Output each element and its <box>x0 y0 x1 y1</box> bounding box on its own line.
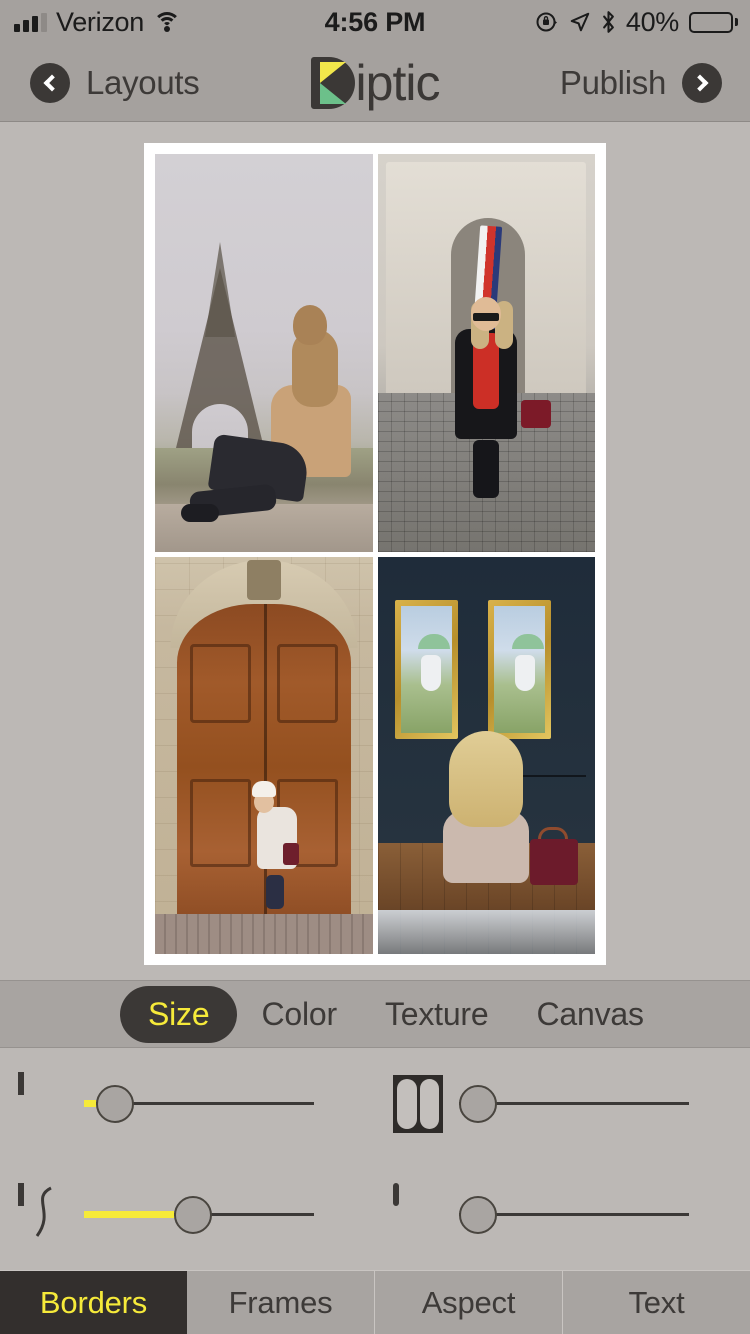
inner-corner-radius-slider[interactable] <box>459 1084 689 1124</box>
segment-size[interactable]: Size <box>120 985 238 1043</box>
rounded-outer-icon <box>393 1182 443 1244</box>
rounded-cells-icon <box>393 1074 443 1133</box>
border-curve-slider[interactable] <box>84 1195 314 1235</box>
photo-cell-museum-monet[interactable] <box>377 556 595 954</box>
size-controls-panel <box>0 1048 750 1270</box>
border-options-segment-bar: Size Color Texture Canvas <box>0 980 750 1048</box>
nav-bar: Layouts iptic Publish <box>0 44 750 122</box>
tab-aspect[interactable]: Aspect <box>375 1271 563 1334</box>
status-bar: Verizon 4:56 PM 40% <box>0 0 750 44</box>
tab-borders[interactable]: Borders <box>0 1271 187 1334</box>
rotation-lock-icon <box>536 12 557 32</box>
editor-area <box>0 122 750 980</box>
photo-cell-arc-de-triomphe[interactable] <box>377 154 595 552</box>
inner-border-icon <box>18 1071 68 1133</box>
collage-canvas[interactable] <box>144 143 606 965</box>
chevron-right-icon <box>682 62 722 103</box>
outer-corner-radius-slider[interactable] <box>459 1195 689 1235</box>
battery-icon <box>689 11 738 33</box>
photo-cell-wooden-doors[interactable] <box>155 556 373 954</box>
status-bar-right: 40% <box>535 6 738 37</box>
bottom-tab-bar: Borders Frames Aspect Text <box>0 1270 750 1334</box>
s-curve-icon <box>18 1182 68 1244</box>
segment-canvas[interactable]: Canvas <box>512 986 667 1043</box>
inner-border-width-row <box>0 1048 375 1159</box>
segment-color[interactable]: Color <box>237 986 360 1043</box>
segment-texture[interactable]: Texture <box>361 986 513 1043</box>
publish-label: Publish <box>559 63 666 101</box>
clock-label: 4:56 PM <box>324 6 426 37</box>
outer-corner-radius-row <box>375 1159 750 1270</box>
publish-button[interactable]: Publish <box>559 62 722 103</box>
bluetooth-icon <box>602 11 614 33</box>
app-title-label: iptic <box>355 54 441 111</box>
diptic-app-screen: Verizon 4:56 PM 40% Layouts iptic Publis… <box>0 0 750 1334</box>
inner-corner-radius-row <box>375 1048 750 1159</box>
inner-border-width-slider[interactable] <box>84 1084 314 1124</box>
border-curve-row <box>0 1159 375 1270</box>
tab-text[interactable]: Text <box>563 1271 750 1334</box>
diptic-d-icon <box>310 56 355 109</box>
battery-percent-label: 40% <box>625 6 679 37</box>
location-arrow-icon <box>570 12 590 32</box>
photo-cell-eiffel-tower[interactable] <box>155 154 373 552</box>
tab-frames[interactable]: Frames <box>187 1271 375 1334</box>
